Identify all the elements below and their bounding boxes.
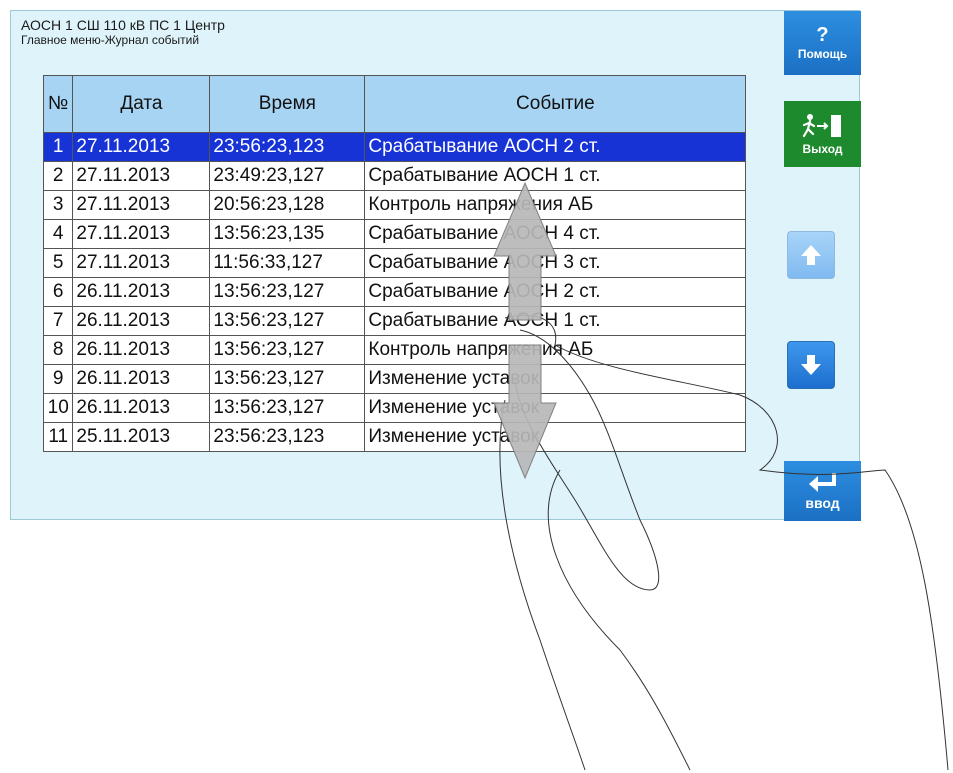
scroll-up-button[interactable] — [787, 231, 835, 279]
table-row[interactable]: 4 27.11.2013 13:56:23,135 Срабатывание АОСН… — [42, 219, 747, 249]
cell-date: 25.11.2013 — [72, 422, 211, 452]
table-row[interactable]: 2 27.11.2013 23:49:23,127 Срабатывание АОСН… — [42, 161, 747, 191]
table-row[interactable]: 1 27.11.2013 23:56:23,123 Срабатывание АОСН… — [42, 132, 747, 162]
page-title: АОСН 1 СШ 110 кВ ПС 1 Центр — [21, 17, 225, 33]
return-arrow-icon — [808, 473, 836, 492]
cell-date: 26.11.2013 — [72, 364, 211, 394]
cell-event: Срабатывание АОСН 1 ст. — [364, 306, 747, 336]
cell-date: 27.11.2013 — [72, 161, 211, 191]
breadcrumb: Главное меню-Журнал событий — [21, 33, 200, 47]
cell-event: Изменение уставок — [364, 364, 747, 394]
help-button[interactable]: ? Помощь — [784, 11, 861, 75]
table-row[interactable]: 6 26.11.2013 13:56:23,127 Срабатывание АОСН… — [42, 277, 747, 307]
cell-event: Контроль напряжения АБ — [364, 190, 747, 220]
cell-time: 11:56:33,127 — [209, 248, 366, 278]
cell-event: Срабатывание АОСН 2 ст. — [364, 132, 747, 162]
column-header-event: Событие — [364, 75, 747, 133]
enter-button[interactable]: ввод — [784, 461, 861, 521]
column-header-time: Время — [209, 75, 366, 133]
exit-button-label: Выход — [802, 142, 843, 156]
table-row[interactable]: 10 26.11.2013 13:56:23,127 Изменение уставо… — [42, 393, 747, 423]
cell-number: 8 — [42, 335, 74, 365]
column-header-date: Дата — [72, 75, 211, 133]
cell-date: 27.11.2013 — [72, 219, 211, 249]
arrow-down-icon — [801, 355, 821, 375]
cell-time: 13:56:23,127 — [209, 364, 366, 394]
cell-event: Изменение уставок — [364, 422, 747, 452]
help-button-label: Помощь — [797, 47, 848, 61]
event-log-table-wrap: № Дата Время Событие 1 27.11.2013 23:56:23… — [42, 75, 747, 452]
cell-time: 23:56:23,123 — [209, 132, 366, 162]
cell-event: Срабатывание АОСН 3 ст. — [364, 248, 747, 278]
cell-time: 13:56:23,127 — [209, 306, 366, 336]
cell-number: 3 — [42, 190, 74, 220]
arrow-up-icon — [801, 245, 821, 265]
cell-event: Изменение уставок — [364, 393, 747, 423]
cell-date: 27.11.2013 — [72, 248, 211, 278]
cell-date: 26.11.2013 — [72, 335, 211, 365]
cell-number: 4 — [42, 219, 74, 249]
table-row[interactable]: 7 26.11.2013 13:56:23,127 Срабатывание АОСН… — [42, 306, 747, 336]
cell-date: 26.11.2013 — [72, 306, 211, 336]
cell-time: 20:56:23,128 — [209, 190, 366, 220]
cell-event: Срабатывание АОСН 4 ст. — [364, 219, 747, 249]
question-mark-icon: ? — [816, 24, 829, 46]
hmi-screen: АОСН 1 СШ 110 кВ ПС 1 Центр Главное меню… — [10, 10, 861, 521]
cell-number: 5 — [42, 248, 74, 278]
table-row[interactable]: 3 27.11.2013 20:56:23,128 Контроль напряжен… — [42, 190, 747, 220]
cell-time: 23:49:23,127 — [209, 161, 366, 191]
table-row[interactable]: 8 26.11.2013 13:56:23,127 Контроль напряжен… — [42, 335, 747, 365]
cell-event: Контроль напряжения АБ — [364, 335, 747, 365]
running-man-exit-icon — [802, 114, 841, 138]
table-row[interactable]: 9 26.11.2013 13:56:23,127 Изменение уставок — [42, 364, 747, 394]
enter-button-label: ввод — [805, 495, 840, 511]
cell-number: 1 — [42, 132, 74, 162]
cell-time: 23:56:23,123 — [209, 422, 366, 452]
cell-time: 13:56:23,127 — [209, 277, 366, 307]
table-body: 1 27.11.2013 23:56:23,123 Срабатывание АОСН… — [42, 132, 747, 452]
cell-number: 10 — [42, 393, 74, 423]
cell-event: Срабатывание АОСН 2 ст. — [364, 277, 747, 307]
cell-event: Срабатывание АОСН 1 ст. — [364, 161, 747, 191]
column-header-number: № — [42, 75, 74, 133]
cell-date: 26.11.2013 — [72, 393, 211, 423]
cell-number: 7 — [42, 306, 74, 336]
cell-number: 2 — [42, 161, 74, 191]
scroll-down-button[interactable] — [787, 341, 835, 389]
cell-time: 13:56:23,127 — [209, 393, 366, 423]
table-header-row: № Дата Время Событие — [42, 75, 747, 133]
exit-button[interactable]: Выход — [784, 101, 861, 167]
cell-date: 27.11.2013 — [72, 190, 211, 220]
cell-time: 13:56:23,127 — [209, 335, 366, 365]
cell-number: 9 — [42, 364, 74, 394]
cell-number: 11 — [42, 422, 74, 452]
cell-time: 13:56:23,135 — [209, 219, 366, 249]
cell-date: 27.11.2013 — [72, 132, 211, 162]
table-row[interactable]: 5 27.11.2013 11:56:33,127 Срабатывание АОСН… — [42, 248, 747, 278]
table-row[interactable]: 11 25.11.2013 23:56:23,123 Изменение уставо… — [42, 422, 747, 452]
event-log-table: № Дата Время Событие 1 27.11.2013 23:56:23… — [42, 75, 747, 452]
cell-number: 6 — [42, 277, 74, 307]
cell-date: 26.11.2013 — [72, 277, 211, 307]
header: АОСН 1 СШ 110 кВ ПС 1 Центр Главное меню… — [21, 17, 761, 47]
